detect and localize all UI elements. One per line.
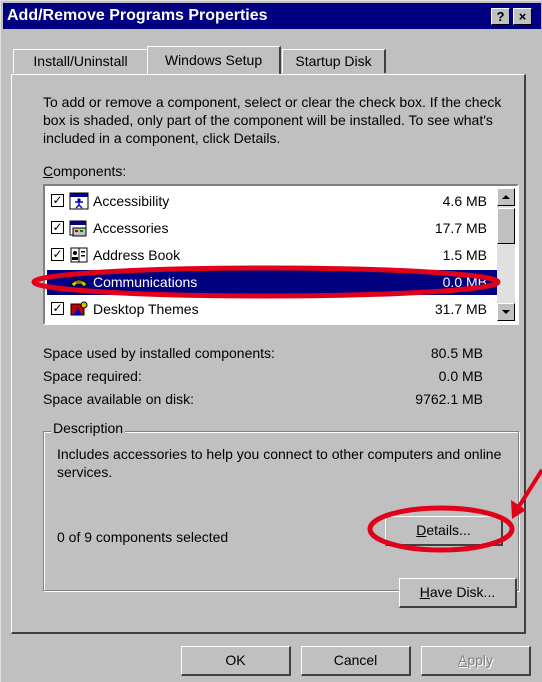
list-item-accessibility[interactable]: ✓ Accessibility 4.6 MB [47, 189, 497, 214]
space-value: 9762.1 MB [415, 391, 483, 407]
accessibility-icon [69, 192, 89, 210]
tab-label: Windows Setup [164, 52, 263, 68]
accel-key: C [43, 163, 54, 179]
space-value: 80.5 MB [430, 345, 483, 361]
apply-button[interactable]: Apply [421, 646, 531, 676]
tab-install-uninstall[interactable]: Install/Uninstall [13, 49, 149, 73]
title-bar[interactable]: Add/Remove Programs Properties ? × [3, 3, 541, 29]
checkbox[interactable]: ✓ [51, 302, 64, 315]
help-button[interactable]: ? [491, 8, 510, 25]
close-button[interactable]: × [513, 8, 532, 25]
list-scrollbar[interactable] [497, 188, 515, 321]
desktop-themes-icon [70, 301, 88, 316]
space-label: Space used by installed components: [43, 345, 275, 361]
have-disk-button-label: ave Disk... [429, 584, 496, 600]
space-available-row: Space available on disk: 9762.1 MB [43, 391, 483, 411]
space-used-row: Space used by installed components: 80.5… [43, 345, 483, 365]
dialog-window: Add/Remove Programs Properties ? × Insta… [0, 0, 542, 682]
component-size: 31.7 MB [434, 301, 487, 317]
list-item-address-book[interactable]: ✓ Address Book 1.5 MB [47, 243, 497, 268]
accel-key: A [457, 652, 468, 668]
component-name: Accessibility [93, 193, 170, 209]
scroll-up-button[interactable] [497, 188, 515, 206]
checkbox[interactable]: ✓ [51, 194, 64, 207]
communications-icon [70, 279, 88, 288]
space-required-row: Space required: 0.0 MB [43, 368, 483, 388]
list-item-communications[interactable]: Communications 0.0 MB [47, 270, 497, 295]
component-size: 0.0 MB [442, 274, 487, 290]
component-size: 4.6 MB [442, 193, 487, 209]
tab-label: Startup Disk [295, 53, 372, 69]
arrow-down-icon [502, 310, 510, 314]
ok-button[interactable]: OK [181, 646, 291, 676]
description-text: Includes accessories to help you connect… [57, 446, 502, 480]
component-size: 1.5 MB [442, 247, 487, 263]
cancel-button[interactable]: Cancel [301, 646, 411, 676]
accel-key: D [416, 522, 427, 538]
components-list[interactable]: ✓ Accessibility 4.6 MB ✓ Accessories 17.… [43, 184, 519, 325]
component-name: Accessories [93, 220, 169, 236]
tab-label: Install/Uninstall [33, 53, 128, 69]
component-name: Address Book [93, 247, 181, 263]
arrow-up-icon [502, 195, 510, 199]
checkbox[interactable]: ✓ [51, 248, 64, 261]
component-name: Desktop Themes [93, 301, 199, 317]
components-label-rest: omponents: [53, 163, 127, 179]
space-label: Space available on disk: [43, 391, 194, 407]
accel-key: H [419, 584, 430, 600]
have-disk-button[interactable]: Have Disk... [399, 578, 517, 608]
details-button[interactable]: Details... [385, 516, 503, 546]
space-label: Space required: [43, 368, 142, 384]
list-item-desktop-themes[interactable]: ✓ Desktop Themes 31.7 MB [47, 297, 497, 322]
description-group-label: Description [51, 420, 126, 436]
space-value: 0.0 MB [438, 368, 483, 384]
scroll-down-button[interactable] [497, 303, 515, 321]
apply-button-label: pply [467, 652, 494, 668]
scroll-thumb[interactable] [497, 208, 515, 244]
components-selected-count: 0 of 9 components selected [57, 529, 229, 545]
checkbox[interactable] [51, 275, 64, 288]
checkbox[interactable]: ✓ [51, 221, 64, 234]
component-size: 17.7 MB [434, 220, 487, 236]
accessories-icon [69, 220, 87, 237]
components-label: Components: [43, 163, 126, 179]
details-button-label: etails... [426, 522, 471, 538]
window-title: Add/Remove Programs Properties [7, 7, 268, 24]
list-item-accessories[interactable]: ✓ Accessories 17.7 MB [47, 216, 497, 241]
tab-startup-disk[interactable]: Startup Disk [282, 49, 386, 73]
tab-windows-setup[interactable]: Windows Setup [147, 46, 281, 74]
component-name: Communications [93, 274, 198, 290]
instructions-text: To add or remove a component, select or … [43, 94, 502, 146]
address-book-icon [70, 247, 88, 263]
